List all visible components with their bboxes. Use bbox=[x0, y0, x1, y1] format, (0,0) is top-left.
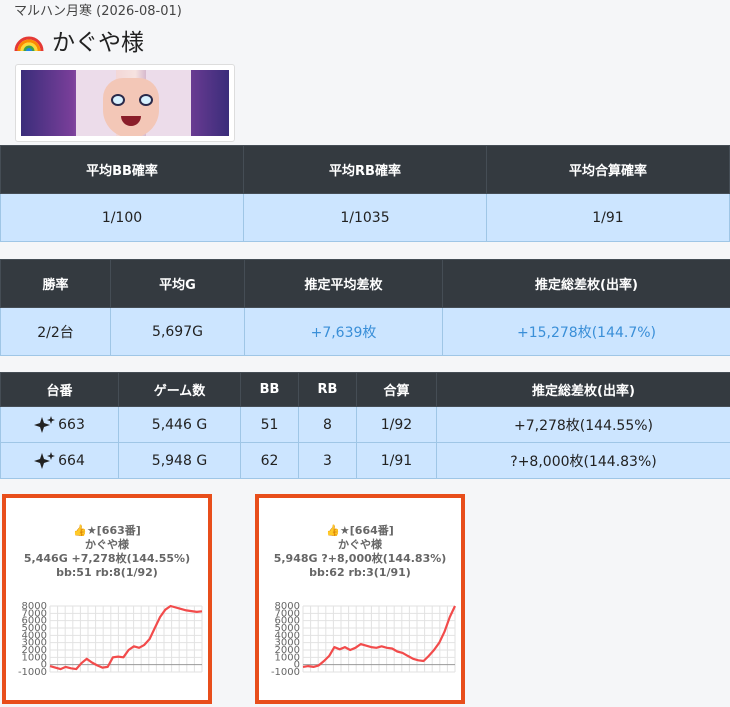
machine-number-cell[interactable]: 664 bbox=[0, 442, 119, 479]
store-date: マルハン月寒 (2026-08-01) bbox=[14, 4, 182, 19]
header-avg-bb: 平均BB確率 bbox=[0, 145, 244, 194]
machine-diff: ?+8,000枚(144.83%) bbox=[436, 442, 730, 479]
machine-number-cell[interactable]: 663 bbox=[0, 406, 119, 443]
y-tick-label: -1000 bbox=[18, 667, 47, 678]
header-bb: BB bbox=[240, 372, 299, 407]
summary-table: 勝率 平均G 推定平均差枚 推定総差枚(出率) 2/2台 5,697G +7,6… bbox=[0, 259, 730, 356]
header-rb: RB bbox=[298, 372, 357, 407]
card-title: 👍★[663番] bbox=[73, 524, 141, 537]
machine-number: 664 bbox=[58, 452, 85, 469]
header-avg-rb: 平均RB確率 bbox=[243, 145, 487, 194]
value-win-rate: 2/2台 bbox=[0, 307, 111, 356]
y-tick-label: -1000 bbox=[271, 667, 300, 678]
machine-card-664[interactable]: 👍★[664番] かぐや様 5,948G ?+8,000枚(144.83%) b… bbox=[255, 494, 465, 704]
card-name: かぐや様 bbox=[85, 538, 129, 551]
page-title: かぐや様 bbox=[14, 24, 144, 56]
diff-chart-664: 800070006000500040003000200010000-1000 bbox=[271, 601, 456, 678]
value-avg-diff: +7,639枚 bbox=[244, 307, 443, 356]
rb-count: 8 bbox=[298, 406, 357, 443]
character-thumbnail bbox=[15, 64, 235, 142]
sparkle-icon bbox=[34, 415, 56, 433]
rb-count: 3 bbox=[298, 442, 357, 479]
rainbow-icon bbox=[14, 36, 44, 52]
header-avg-diff: 推定平均差枚 bbox=[244, 259, 443, 308]
card-summary: 5,948G ?+8,000枚(144.83%) bbox=[273, 552, 447, 565]
header-game-count: ゲーム数 bbox=[118, 372, 241, 407]
sparkle-icon bbox=[34, 451, 56, 469]
card-bonus: bb:51 rb:8(1/92) bbox=[56, 566, 158, 579]
table-row[interactable]: 663 5,446 G 51 8 1/92 +7,278枚(144.55%) bbox=[0, 406, 730, 443]
character-name: かぐや様 bbox=[52, 30, 144, 56]
value-avg-total: 1/91 bbox=[486, 193, 730, 242]
bb-count: 62 bbox=[240, 442, 299, 479]
card-title: 👍★[664番] bbox=[326, 524, 394, 537]
header-total: 合算 bbox=[356, 372, 437, 407]
header-machine-diff: 推定総差枚(出率) bbox=[436, 372, 730, 407]
header-avg-games: 平均G bbox=[110, 259, 245, 308]
machine-table: 台番 ゲーム数 BB RB 合算 推定総差枚(出率) 663 5,446 G 5… bbox=[0, 372, 730, 479]
header-machine-number: 台番 bbox=[0, 372, 119, 407]
table-row[interactable]: 664 5,948 G 62 3 1/91 ?+8,000枚(144.83%) bbox=[0, 442, 730, 479]
probability-table: 平均BB確率 平均RB確率 平均合算確率 1/100 1/1035 1/91 bbox=[0, 145, 730, 242]
machine-card-663[interactable]: 👍★[663番] かぐや様 5,446G +7,278枚(144.55%) bb… bbox=[2, 494, 212, 704]
header-total-diff: 推定総差枚(出率) bbox=[442, 259, 730, 308]
total-probability: 1/92 bbox=[356, 406, 437, 443]
value-avg-bb: 1/100 bbox=[0, 193, 244, 242]
card-info: 👍★[664番] かぐや様 5,948G ?+8,000枚(144.83%) b… bbox=[259, 524, 461, 580]
card-info: 👍★[663番] かぐや様 5,446G +7,278枚(144.55%) bb… bbox=[6, 524, 208, 580]
machine-number: 663 bbox=[58, 416, 85, 433]
card-bonus: bb:62 rb:3(1/91) bbox=[309, 566, 411, 579]
game-count: 5,948 G bbox=[118, 442, 241, 479]
machine-diff: +7,278枚(144.55%) bbox=[436, 406, 730, 443]
value-avg-rb: 1/1035 bbox=[243, 193, 487, 242]
total-probability: 1/91 bbox=[356, 442, 437, 479]
game-count: 5,446 G bbox=[118, 406, 241, 443]
diff-chart-663: 800070006000500040003000200010000-1000 bbox=[18, 601, 203, 678]
card-name: かぐや様 bbox=[338, 538, 382, 551]
header-win-rate: 勝率 bbox=[0, 259, 111, 308]
card-summary: 5,446G +7,278枚(144.55%) bbox=[23, 552, 191, 565]
header-avg-total: 平均合算確率 bbox=[486, 145, 730, 194]
value-total-diff: +15,278枚(144.7%) bbox=[442, 307, 730, 356]
value-avg-games: 5,697G bbox=[110, 307, 245, 356]
bb-count: 51 bbox=[240, 406, 299, 443]
